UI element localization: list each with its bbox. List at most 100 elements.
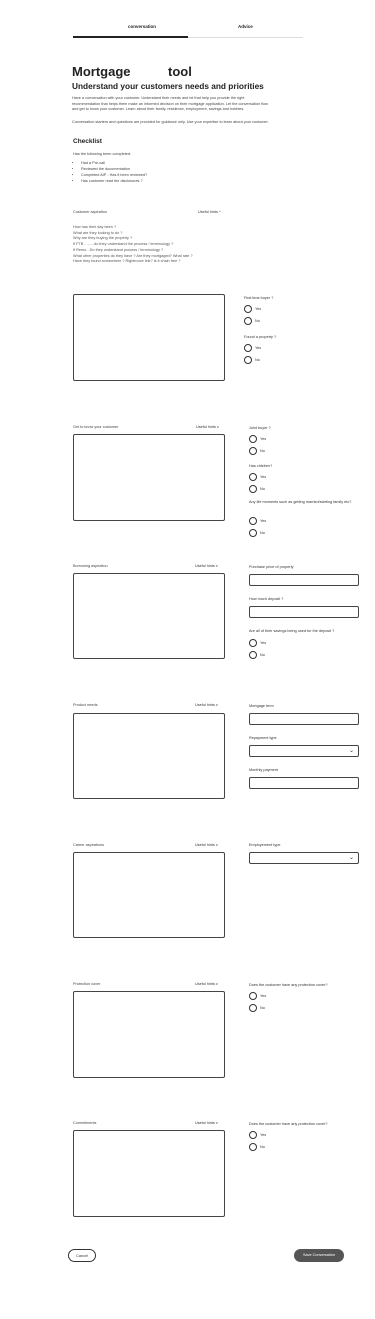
hint-label: Useful hints bbox=[195, 982, 215, 986]
chevron-down-icon: v bbox=[216, 425, 219, 429]
radio-label: No bbox=[260, 1145, 265, 1149]
chevron-down-icon: v bbox=[215, 564, 218, 568]
radio-circle[interactable] bbox=[244, 344, 252, 352]
intro-text: Have a conversation with your customer. … bbox=[72, 96, 312, 113]
radio-circle[interactable] bbox=[249, 485, 257, 493]
radio-circle[interactable] bbox=[249, 651, 257, 659]
tab-advice[interactable]: Advice bbox=[238, 24, 253, 29]
radio-circle[interactable] bbox=[244, 356, 252, 364]
know-customer-notes-textarea[interactable] bbox=[73, 434, 225, 521]
savings-used-label: Are all of their savings being used for … bbox=[249, 629, 335, 633]
radio-circle[interactable] bbox=[249, 447, 257, 455]
radio-circle[interactable] bbox=[249, 992, 257, 1000]
radio-label: Yes bbox=[260, 437, 267, 441]
radio-label: No bbox=[260, 1006, 265, 1010]
radio-circle[interactable] bbox=[249, 1004, 257, 1012]
chevron-down-icon: v bbox=[215, 703, 218, 707]
useful-hints-borrowing[interactable]: Useful hints v bbox=[195, 564, 218, 568]
radio-label: No bbox=[260, 449, 265, 453]
save-conversation-button[interactable]: Save Conversation bbox=[294, 1249, 344, 1262]
useful-hints-commitments[interactable]: Useful hints v bbox=[195, 1121, 218, 1125]
radio-label: Yes bbox=[260, 994, 267, 998]
section-title-know-customer: Get to know your customer bbox=[73, 425, 119, 429]
radio-label: No bbox=[260, 487, 265, 491]
employment-type-label: Employement type bbox=[249, 843, 281, 847]
radio-circle[interactable] bbox=[249, 639, 257, 647]
mortgage-term-label: Mortgage term bbox=[249, 704, 274, 708]
joint-buyer-label: Joint buyer ? bbox=[249, 426, 271, 430]
tab-active-indicator bbox=[73, 36, 188, 38]
checklist-item: Has customer read the disclosures ? bbox=[81, 178, 223, 184]
radio-label: Yes bbox=[255, 307, 262, 311]
purchase-price-label: Purchase price of property bbox=[249, 565, 294, 569]
radio-label: Yes bbox=[260, 475, 267, 479]
intro-line: and get to know your customer. Learn abo… bbox=[72, 107, 245, 111]
radio-circle[interactable] bbox=[249, 1131, 257, 1139]
section-title-product: Product needs bbox=[73, 703, 98, 707]
page-title-part1: Mortgage bbox=[72, 64, 131, 79]
career-notes-textarea[interactable] bbox=[73, 852, 225, 938]
aspiration-notes-textarea[interactable] bbox=[73, 294, 225, 381]
radio-label: Yes bbox=[260, 641, 267, 645]
checklist: Had a Pre-call Reviewed the documentatio… bbox=[73, 160, 223, 184]
aspiration-questions: How has their day been ? What are they l… bbox=[73, 225, 223, 265]
section-title-commitments: Commitments bbox=[73, 1121, 97, 1125]
employment-type-select[interactable]: ⌄ bbox=[249, 852, 359, 864]
radio-label: No bbox=[260, 531, 265, 535]
checklist-title: Checklist bbox=[73, 138, 102, 145]
hint-label: Useful hints bbox=[195, 703, 215, 707]
protection-notes-textarea[interactable] bbox=[73, 991, 225, 1078]
section-title-aspiration: Customer aspiration bbox=[73, 210, 107, 214]
hint-label: Useful hints bbox=[195, 843, 215, 847]
radio-circle[interactable] bbox=[249, 473, 257, 481]
purchase-price-input[interactable] bbox=[249, 574, 359, 586]
chevron-down-icon: v bbox=[215, 843, 218, 847]
useful-hints-know-customer[interactable]: Useful hints v bbox=[196, 425, 219, 429]
radio-circle[interactable] bbox=[249, 517, 257, 525]
useful-hints-protection[interactable]: Useful hints v bbox=[195, 982, 218, 986]
radio-label: Yes bbox=[260, 1133, 267, 1137]
radio-circle[interactable] bbox=[244, 317, 252, 325]
commitments-notes-textarea[interactable] bbox=[73, 1130, 225, 1217]
page-title-part2: tool bbox=[168, 64, 192, 79]
hint-label: Useful hints bbox=[195, 564, 215, 568]
radio-circle[interactable] bbox=[249, 529, 257, 537]
intro-note: Conversation starters and questions are … bbox=[72, 120, 269, 124]
tab-bar: conversation Advice bbox=[73, 24, 303, 38]
radio-label: Yes bbox=[260, 519, 267, 523]
useful-hints-product[interactable]: Useful hints v bbox=[195, 703, 218, 707]
chevron-down-icon: v bbox=[215, 982, 218, 986]
chevron-down-icon: ⌄ bbox=[348, 855, 354, 861]
radio-circle[interactable] bbox=[249, 435, 257, 443]
hint-label: Useful hints bbox=[195, 1121, 215, 1125]
chevron-down-icon: v bbox=[215, 1121, 218, 1125]
radio-label: No bbox=[255, 319, 260, 323]
radio-circle[interactable] bbox=[249, 1143, 257, 1151]
chevron-up-icon: ^ bbox=[218, 210, 221, 214]
has-children-label: Has children? bbox=[249, 464, 273, 468]
monthly-payment-input[interactable] bbox=[249, 777, 359, 789]
list-item: Have they found somewhere ? Rightmove li… bbox=[73, 259, 181, 264]
cancel-button[interactable]: Cancel bbox=[68, 1249, 96, 1262]
product-notes-textarea[interactable] bbox=[73, 713, 225, 799]
hint-label: Useful hints bbox=[196, 425, 216, 429]
repayment-type-select[interactable]: ⌄ bbox=[249, 745, 359, 757]
commitments-protection-label: Does the customer have any protection co… bbox=[249, 1122, 328, 1126]
section-title-career: Career aspirations bbox=[73, 843, 105, 847]
radio-circle[interactable] bbox=[244, 305, 252, 313]
found-property-label: Found a property ? bbox=[244, 335, 277, 339]
page-subtitle: Understand your customers needs and prio… bbox=[72, 81, 264, 91]
checklist-question: Has the following been completed: bbox=[73, 152, 132, 156]
chevron-down-icon: ⌄ bbox=[348, 748, 354, 754]
deposit-input[interactable] bbox=[249, 606, 359, 618]
tab-conversation[interactable]: conversation bbox=[128, 24, 156, 29]
useful-hints-aspiration[interactable]: Useful hints ^ bbox=[198, 210, 221, 214]
section-title-protection: Protection cover bbox=[73, 982, 101, 986]
deposit-label: How much deposit ? bbox=[249, 597, 284, 601]
protection-cover-label: Does the customer have any protection co… bbox=[249, 983, 328, 987]
radio-label: No bbox=[255, 358, 260, 362]
mortgage-term-input[interactable] bbox=[249, 713, 359, 725]
useful-hints-career[interactable]: Useful hints v bbox=[195, 843, 218, 847]
borrowing-notes-textarea[interactable] bbox=[73, 573, 225, 659]
section-title-borrowing: Borrowing aspiration bbox=[73, 564, 108, 568]
